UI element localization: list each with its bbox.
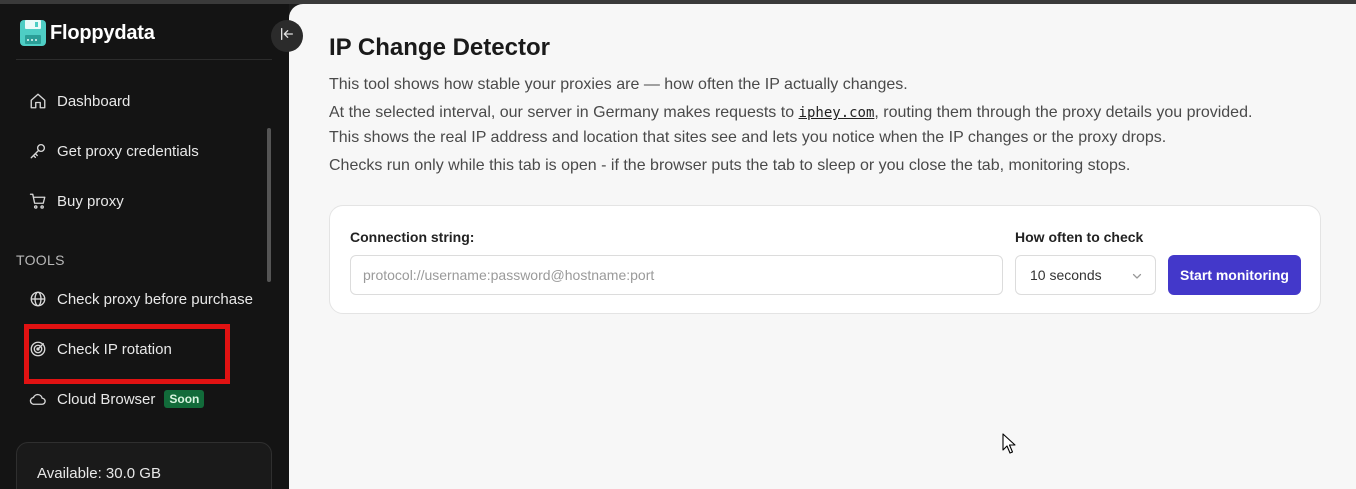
description-line-3: This shows the real IP address and locat… xyxy=(329,129,1167,146)
sidebar-item-dashboard[interactable]: Dashboard xyxy=(28,89,130,113)
main-content: IP Change Detector This tool shows how s… xyxy=(289,4,1356,489)
description-text: At the selected interval, our server in … xyxy=(329,104,799,121)
sidebar-item-buy-proxy[interactable]: Buy proxy xyxy=(28,189,124,213)
home-icon xyxy=(28,91,48,111)
sidebar-item-label: Cloud Browser xyxy=(57,390,156,408)
page-title: IP Change Detector xyxy=(329,34,550,61)
balance-card: Available: 30.0 GB xyxy=(16,442,272,489)
brand[interactable]: Floppydata xyxy=(19,19,155,47)
sidebar-item-cloud-browser[interactable]: Cloud Browser Soon xyxy=(28,387,205,411)
sidebar: Floppydata Dashboard Get proxy credentia… xyxy=(0,4,289,489)
connection-string-input[interactable] xyxy=(350,255,1003,295)
sidebar-item-check-proxy[interactable]: Check proxy before purchase xyxy=(28,287,253,311)
sidebar-item-label: Dashboard xyxy=(57,92,131,110)
iphey-link[interactable]: iphey.com xyxy=(799,105,875,121)
floppy-disk-icon xyxy=(19,19,47,47)
collapse-sidebar-button[interactable] xyxy=(271,20,303,52)
sidebar-item-label: Get proxy credentials xyxy=(57,142,199,160)
collapse-left-icon xyxy=(279,26,295,47)
monitor-form-card: Connection string: How often to check 10… xyxy=(329,205,1321,314)
cart-icon xyxy=(28,191,48,211)
brand-name: Floppydata xyxy=(50,21,155,44)
soon-badge: Soon xyxy=(164,390,205,408)
description-line-1: This tool shows how stable your proxies … xyxy=(329,76,908,93)
description-line-4: Checks run only while this tab is open -… xyxy=(329,157,1131,174)
interval-label: How often to check xyxy=(1015,229,1144,245)
tools-section-label: TOOLS xyxy=(16,252,65,268)
sidebar-item-label: Check proxy before purchase xyxy=(57,290,253,308)
sidebar-scrollbar[interactable] xyxy=(267,128,271,282)
highlight-annotation-box xyxy=(24,324,230,384)
start-monitoring-button[interactable]: Start monitoring xyxy=(1168,255,1301,295)
cloud-icon xyxy=(28,389,48,409)
mouse-cursor-icon xyxy=(1002,433,1016,460)
brand-divider xyxy=(16,59,272,60)
description-line-2: At the selected interval, our server in … xyxy=(329,104,1252,122)
connection-string-label: Connection string: xyxy=(350,229,475,245)
interval-select[interactable]: 10 seconds xyxy=(1015,255,1156,295)
globe-icon xyxy=(28,289,48,309)
available-balance: Available: 30.0 GB xyxy=(37,465,161,482)
sidebar-item-get-proxy-credentials[interactable]: Get proxy credentials xyxy=(28,139,199,163)
sidebar-item-label: Buy proxy xyxy=(57,192,124,210)
description-text: , routing them through the proxy details… xyxy=(874,104,1253,121)
key-icon xyxy=(28,141,48,161)
interval-value: 10 seconds xyxy=(1030,267,1102,283)
chevron-down-icon xyxy=(1131,269,1143,285)
